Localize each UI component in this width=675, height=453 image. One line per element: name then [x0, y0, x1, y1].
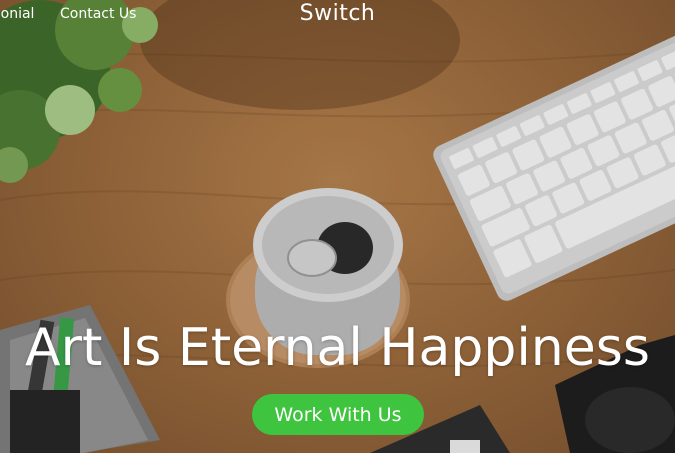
hero-headline: Art Is Eternal Happiness [25, 318, 650, 378]
brand-logo-text[interactable]: Switch [0, 0, 675, 28]
hero-section [0, 0, 675, 453]
hero-overlay [0, 0, 675, 453]
work-with-us-button[interactable]: Work With Us [252, 394, 424, 435]
